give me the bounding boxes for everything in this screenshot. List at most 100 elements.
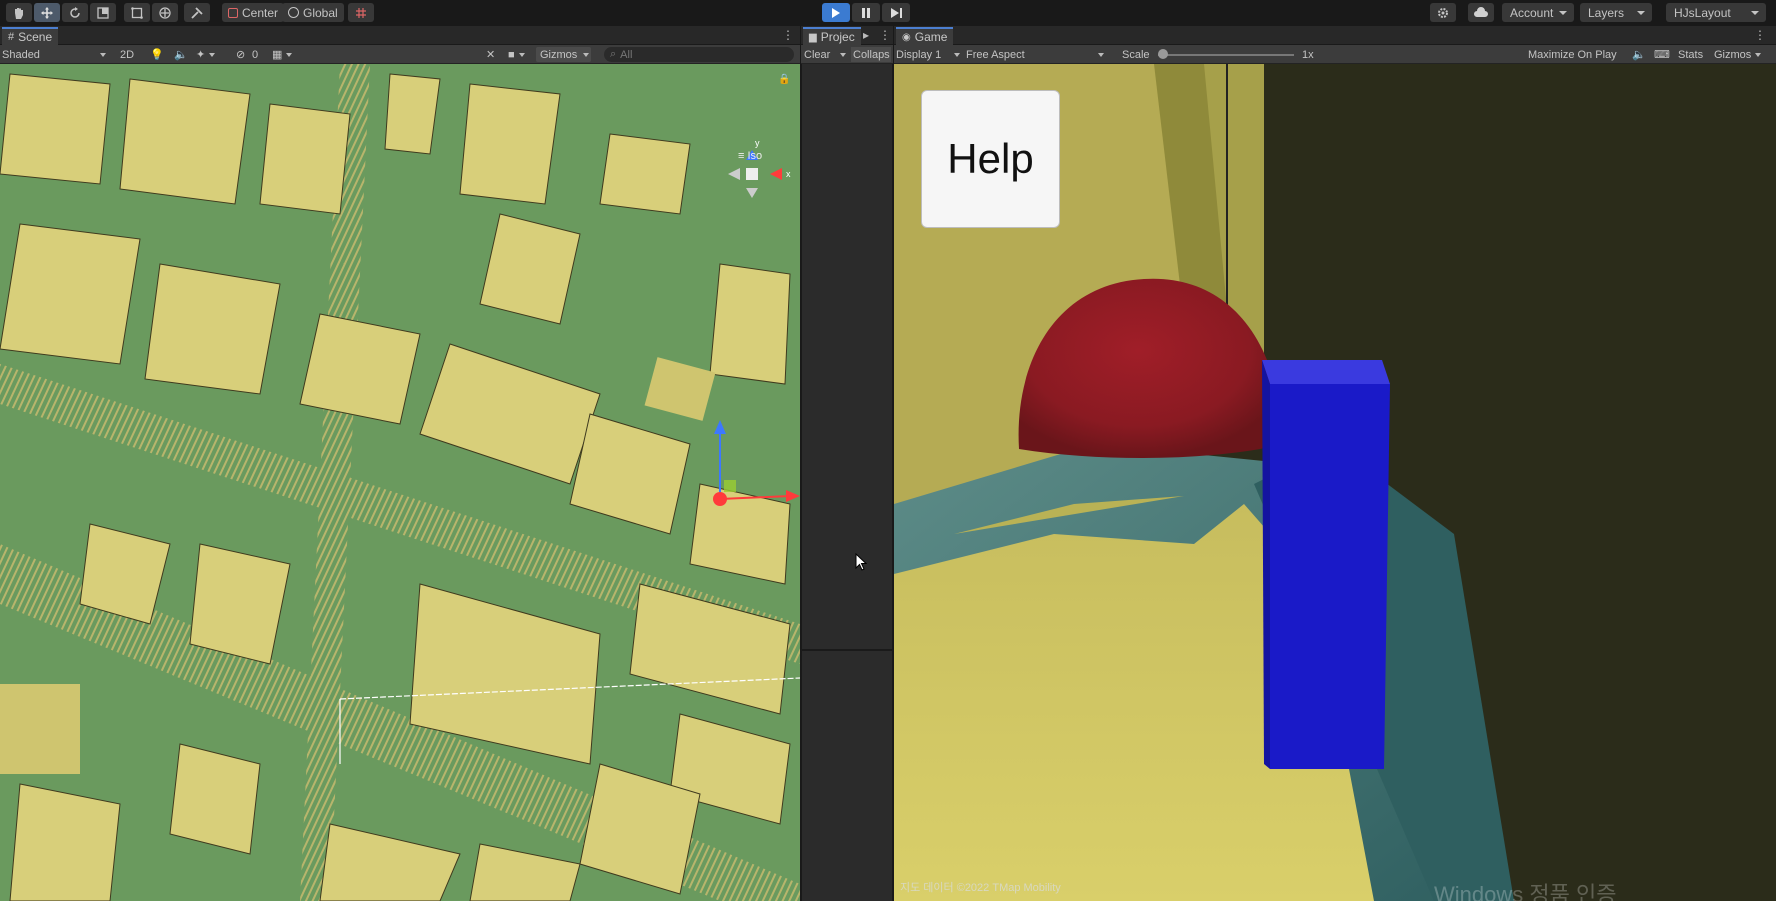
play-icon [832, 7, 840, 18]
pause-icon [862, 7, 870, 18]
projection-label[interactable]: ≡ Iso [738, 150, 762, 162]
gizmo-axis-y: y [755, 138, 760, 148]
scene-gizmos-label: Gizmos [540, 48, 578, 61]
hidden-objects-count: 0 [252, 48, 259, 61]
help-button[interactable]: Help [921, 90, 1060, 228]
scene-search-placeholder: All [620, 48, 633, 61]
cloud-button[interactable] [1468, 3, 1494, 22]
project-panel-menu-icon[interactable]: ⋮ [879, 28, 891, 42]
game-tab-bar: ◉ Game ⋮ [894, 26, 1776, 45]
collapse-toggle[interactable]: Collaps [851, 47, 891, 62]
gear-icon [1438, 7, 1448, 18]
tab-project[interactable]: ▆ Projec [803, 27, 861, 45]
custom-tool-button[interactable] [184, 3, 210, 22]
hidden-objects-icon[interactable]: ⊘ [236, 47, 245, 62]
aspect-dropdown[interactable]: Free Aspect [966, 47, 1106, 62]
pivot-rotation-toggle[interactable]: Global [282, 3, 344, 22]
game-toolbar: Display 1 Free Aspect Scale 1x Maximize … [894, 45, 1776, 64]
step-button[interactable] [882, 3, 910, 22]
lock-icon[interactable]: 🔒 [778, 74, 790, 85]
hand-icon [15, 7, 23, 19]
aspect-label: Free Aspect [966, 48, 1025, 61]
windows-activation-watermark: Windows 정품 인증 [1434, 882, 1617, 901]
tools-toggle-icon[interactable]: ✕ [486, 47, 495, 62]
maximize-on-play-toggle[interactable]: Maximize On Play [1528, 47, 1617, 62]
clear-dropdown[interactable]: Clear [804, 47, 848, 62]
scale-slider-thumb[interactable] [1158, 49, 1168, 59]
city-map-render: y x [0, 64, 800, 901]
game-panel-menu-icon[interactable]: ⋮ [1754, 28, 1766, 42]
transform-icon [159, 6, 171, 19]
scene-search-field[interactable]: ⌕ All [604, 47, 794, 62]
layers-dropdown[interactable]: Layers [1580, 3, 1652, 22]
step-icon [890, 7, 902, 18]
audio-icon[interactable]: 🔈 [174, 47, 188, 62]
scale-tool-button[interactable] [90, 3, 116, 22]
display-dropdown[interactable]: Display 1 [896, 47, 962, 62]
move-icon [41, 6, 53, 19]
game-tab-label: Game [914, 30, 948, 44]
rotate-tool-button[interactable] [62, 3, 88, 22]
gamepad-icon: ◉ [902, 31, 911, 43]
grid-icon[interactable]: ▦ [272, 47, 294, 62]
scene-tab-label: Scene [18, 30, 53, 44]
pivot-rotation-label: Global [303, 5, 338, 20]
effects-icon[interactable]: ✦ [196, 47, 217, 62]
panel-divider[interactable] [802, 649, 894, 651]
tab-game[interactable]: ◉ Game [896, 27, 954, 45]
rotate-icon [70, 6, 80, 18]
grid-snap-icon [356, 7, 366, 18]
scene-panel-menu-icon[interactable]: ⋮ [782, 28, 794, 42]
2d-toggle[interactable]: 2D [120, 47, 134, 62]
project-tab-label: Projec [820, 30, 855, 44]
gizmo-axis-x: x [786, 169, 791, 179]
move-tool-button[interactable] [34, 3, 60, 22]
scene-gizmos-dropdown[interactable]: Gizmos [536, 47, 592, 62]
cloud-icon [1474, 6, 1488, 17]
layers-label: Layers [1588, 5, 1625, 20]
mute-audio-icon[interactable]: 🔈 [1632, 47, 1646, 62]
transform-tool-button[interactable] [152, 3, 178, 22]
game-gizmos-dropdown[interactable]: Gizmos [1714, 47, 1763, 62]
account-dropdown[interactable]: Account [1502, 3, 1574, 22]
services-button[interactable] [1430, 3, 1456, 22]
play-button[interactable] [822, 3, 850, 22]
scale-icon [97, 6, 109, 19]
layout-dropdown[interactable]: HJsLayout [1666, 3, 1766, 22]
game-viewport[interactable]: Help 지도 데이터 ©2022 TMap Mobility Windows … [894, 64, 1776, 901]
scale-value: 1x [1302, 48, 1314, 61]
scene-tab-bar: # Scene ⋮ [0, 26, 800, 45]
console-toolbar: Clear Collaps [801, 45, 893, 64]
display-label: Display 1 [896, 48, 942, 61]
projection-label-text: Iso [747, 150, 763, 162]
scene-grid-icon: # [8, 31, 15, 43]
shading-mode-dropdown[interactable]: Shaded [2, 47, 108, 62]
main-toolbar: Center Global Account Layers HJsLayout [0, 0, 1776, 26]
scene-viewport[interactable]: y x ≡ Iso 🔒 [0, 64, 800, 901]
tab-scene[interactable]: # Scene [2, 27, 59, 45]
account-label: Account [1510, 5, 1554, 20]
folder-icon: ▆ [809, 31, 817, 43]
project-tab-more-icon[interactable]: ▸ [863, 28, 869, 42]
layout-label: HJsLayout [1674, 5, 1731, 20]
stats-toggle[interactable]: Stats [1678, 47, 1703, 62]
keyboard-icon[interactable]: ⌨ [1654, 47, 1670, 62]
globe-icon [288, 7, 299, 18]
2d-toggle-label: 2D [120, 48, 135, 61]
map-copyright: 지도 데이터 ©2022 TMap Mobility [900, 882, 1061, 894]
pivot-mode-toggle[interactable]: Center [222, 3, 285, 22]
scene-toolbar: Shaded 2D 💡 🔈 ✦ ⊘ 0 ▦ ✕ ■ Gizmos ⌕ All [0, 45, 800, 64]
mouse-cursor-icon [855, 553, 867, 571]
camera-icon[interactable]: ■ [508, 47, 527, 62]
pause-button[interactable] [852, 3, 880, 22]
rect-transform-icon [131, 6, 143, 19]
lighting-icon[interactable]: 💡 [150, 47, 164, 62]
scale-slider[interactable] [1158, 47, 1294, 62]
pivot-mode-label: Center [242, 5, 279, 20]
console-content[interactable] [801, 64, 894, 901]
project-tab-bar: ▆ Projec ▸ ⋮ [801, 26, 893, 45]
rect-tool-button[interactable] [124, 3, 150, 22]
hand-tool-button[interactable] [6, 3, 32, 22]
search-icon: ⌕ [610, 48, 617, 60]
grid-snap-button[interactable] [348, 3, 374, 22]
